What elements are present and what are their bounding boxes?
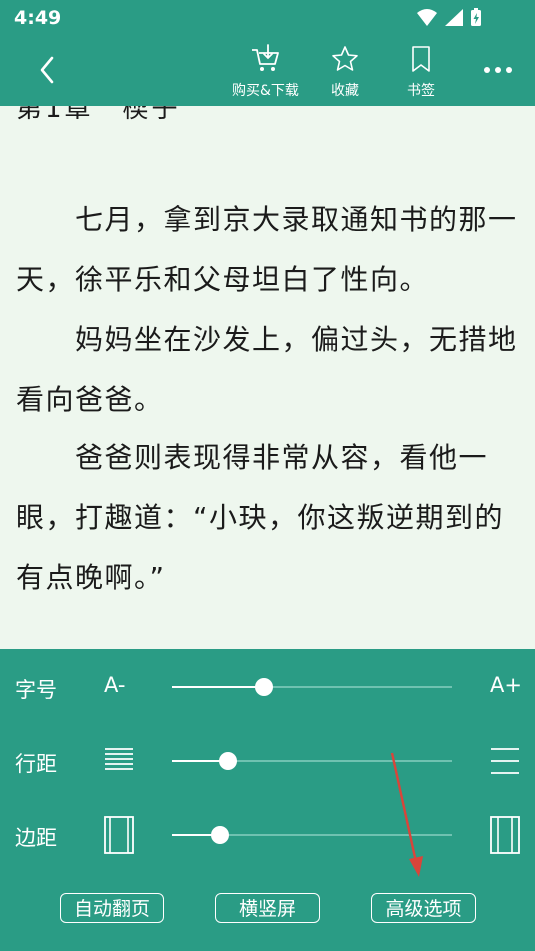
wide-margin-icon	[490, 816, 520, 854]
bookmark-icon	[412, 46, 430, 72]
buy-download-button[interactable]: 购买&下载	[232, 44, 299, 100]
font-size-slider[interactable]	[172, 678, 452, 696]
status-bar: 4:49	[0, 0, 535, 34]
line-spacing-knob[interactable]	[219, 752, 237, 770]
font-size-knob[interactable]	[255, 678, 274, 696]
signal-icon	[445, 9, 463, 26]
reader-content[interactable]: 第1章 楔子 七月，拿到京大录取通知书的那一天，徐平乐和父母坦白了性向。 妈妈坐…	[0, 106, 535, 649]
loose-lines-icon	[491, 748, 519, 774]
back-button[interactable]	[30, 48, 70, 92]
more-button[interactable]	[483, 60, 513, 80]
reading-settings-panel: 字号 A- A+ 行距 边距 自动翻页 横竖屏 高级选项	[0, 649, 535, 951]
narrow-margin-icon	[104, 816, 134, 854]
line-spacing-loose-button[interactable]	[490, 747, 520, 779]
star-icon	[332, 46, 358, 71]
battery-icon	[471, 8, 481, 26]
font-increase-button[interactable]: A+	[490, 673, 522, 697]
buy-download-label: 购买&下载	[232, 83, 299, 99]
more-dots-icon	[484, 67, 512, 73]
margin-label: 边距	[15, 826, 57, 850]
margin-narrow-button[interactable]	[104, 816, 134, 858]
favorite-button[interactable]: 收藏	[330, 44, 360, 100]
status-time: 4:49	[14, 7, 62, 29]
orientation-button[interactable]: 横竖屏	[215, 893, 320, 923]
wifi-icon	[417, 9, 437, 26]
chapter-title: 第1章 楔子	[16, 106, 181, 124]
paragraph: 七月，拿到京大录取通知书的那一天，徐平乐和父母坦白了性向。	[16, 203, 518, 296]
margin-wide-button[interactable]	[490, 816, 520, 858]
font-decrease-button[interactable]: A-	[104, 673, 125, 697]
cart-download-icon	[252, 44, 280, 71]
margin-slider[interactable]	[172, 826, 452, 844]
advanced-options-button[interactable]: 高级选项	[371, 893, 476, 923]
bookmark-button[interactable]: 书签	[406, 44, 436, 100]
auto-page-button[interactable]: 自动翻页	[60, 893, 164, 923]
paragraph: 爸爸则表现得非常从容，看他一眼，打趣道：“小玦，你这叛逆期到的有点晚啊。”	[16, 441, 505, 594]
dense-lines-icon	[105, 748, 133, 770]
chevron-left-icon	[40, 56, 54, 84]
paragraph: 妈妈坐在沙发上，偏过头，无措地看向爸爸。	[16, 323, 518, 416]
top-toolbar: 购买&下载 收藏 书签	[0, 34, 535, 106]
margin-knob[interactable]	[210, 826, 229, 844]
line-spacing-label: 行距	[15, 752, 57, 776]
bookmark-label: 书签	[407, 83, 435, 99]
font-size-fill	[172, 686, 265, 688]
line-spacing-slider[interactable]	[172, 752, 452, 770]
font-size-label: 字号	[15, 678, 57, 702]
favorite-label: 收藏	[331, 83, 359, 99]
status-icons	[415, 7, 495, 29]
line-spacing-dense-button[interactable]	[104, 747, 134, 777]
